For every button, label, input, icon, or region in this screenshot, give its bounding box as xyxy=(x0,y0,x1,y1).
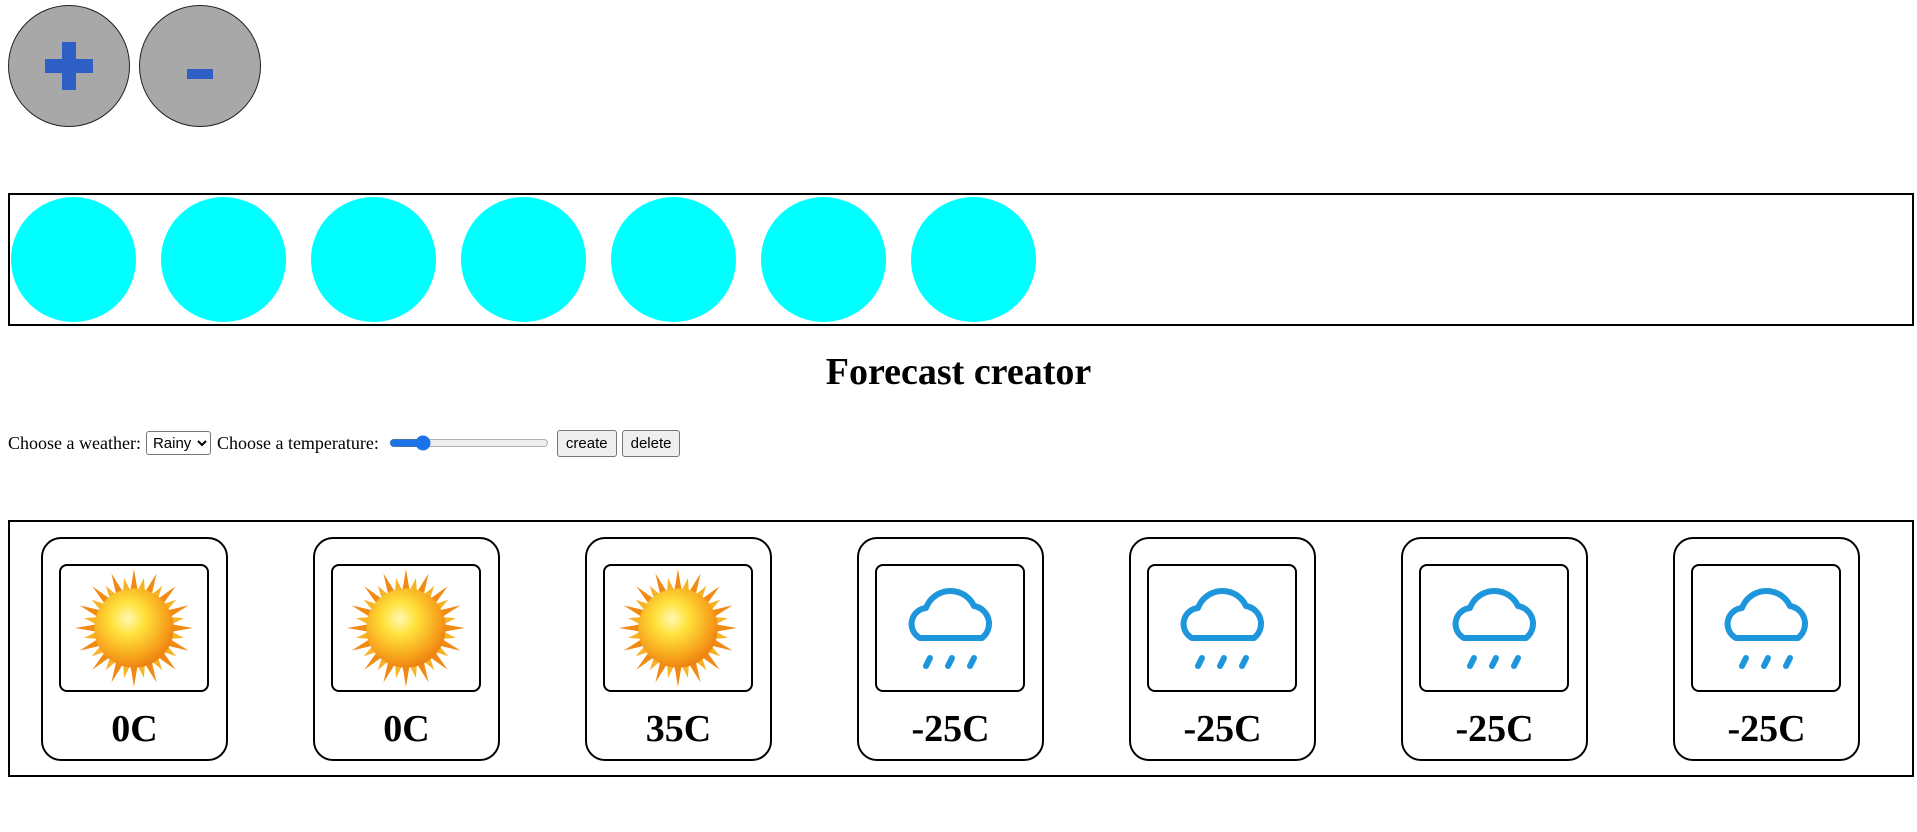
delete-button[interactable]: delete xyxy=(621,429,681,457)
forecast-card[interactable]: -25C xyxy=(1673,537,1860,761)
minus-button[interactable] xyxy=(139,5,261,127)
sun-icon xyxy=(59,564,209,692)
temperature-value: -25C xyxy=(911,708,990,750)
cyan-circle xyxy=(161,197,286,322)
create-button[interactable]: create xyxy=(556,429,617,457)
forecast-card[interactable]: 35C xyxy=(585,537,772,761)
temperature-label: Choose a temperature: xyxy=(216,432,379,453)
rain-cloud-icon xyxy=(875,564,1025,692)
cyan-circle xyxy=(311,197,436,322)
forecast-card[interactable]: -25C xyxy=(857,537,1044,761)
forecast-card[interactable]: 0C xyxy=(41,537,228,761)
weather-select[interactable]: Rainy xyxy=(145,431,211,455)
forecast-card[interactable]: -25C xyxy=(1401,537,1588,761)
circle-strip xyxy=(8,193,1914,326)
page-title: Forecast creator xyxy=(825,351,1092,393)
cyan-circle xyxy=(11,197,136,322)
rain-cloud-icon xyxy=(1147,564,1297,692)
forecast-card[interactable]: -25C xyxy=(1129,537,1316,761)
forecast-controls: Choose a weather: Rainy Choose a tempera… xyxy=(8,428,685,458)
temperature-value: -25C xyxy=(1455,708,1534,750)
temperature-slider[interactable] xyxy=(388,435,549,451)
cyan-circle xyxy=(761,197,886,322)
plus-icon xyxy=(45,42,93,90)
cyan-circle xyxy=(461,197,586,322)
cyan-circle xyxy=(611,197,736,322)
temperature-value: 0C xyxy=(383,708,430,750)
cyan-circle xyxy=(911,197,1036,322)
rain-cloud-icon xyxy=(1419,564,1569,692)
temperature-value: -25C xyxy=(1727,708,1806,750)
temperature-value: -25C xyxy=(1183,708,1262,750)
temperature-value: 35C xyxy=(645,708,712,750)
minus-icon xyxy=(187,69,213,79)
plus-button[interactable] xyxy=(8,5,130,127)
sun-icon xyxy=(603,564,753,692)
sun-icon xyxy=(331,564,481,692)
weather-label: Choose a weather: xyxy=(8,432,141,453)
rain-cloud-icon xyxy=(1691,564,1841,692)
temperature-value: 0C xyxy=(111,708,158,750)
forecast-area: 0C 0C 35C -25C -25C -25C -25C xyxy=(8,520,1914,777)
forecast-card[interactable]: 0C xyxy=(313,537,500,761)
